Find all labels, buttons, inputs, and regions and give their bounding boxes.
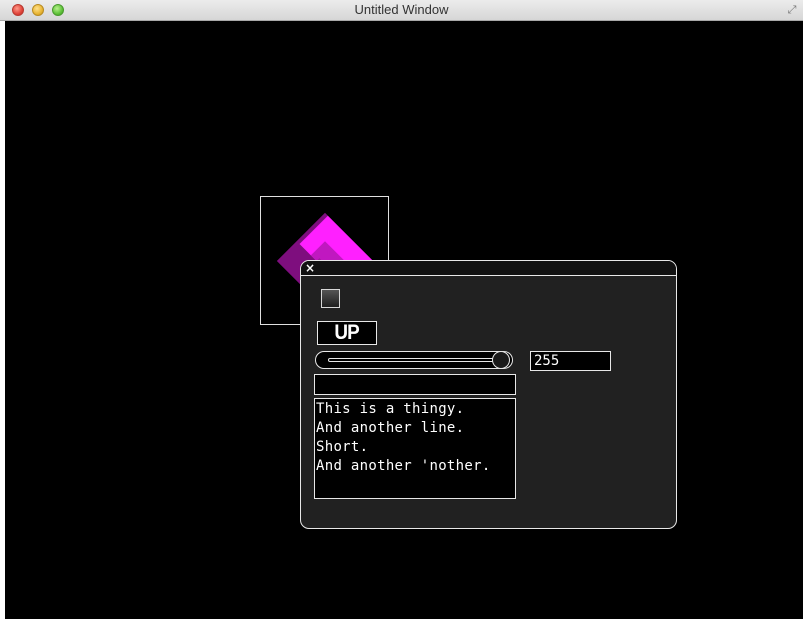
multiline-text-area[interactable]: This is a thingy. And another line. Short.… [314, 398, 516, 499]
slider-value-field[interactable]: 255 [530, 351, 611, 371]
app-window: Untitled Window ⤢ × UP 255 This is a thi… [0, 0, 803, 619]
slider-knob[interactable] [492, 351, 510, 369]
value-slider[interactable] [315, 351, 513, 369]
text-area-line: And another line. [316, 420, 465, 436]
text-input[interactable] [314, 374, 516, 395]
fullscreen-icon[interactable]: ⤢ [786, 4, 798, 16]
up-button[interactable]: UP [317, 321, 377, 345]
text-area-line: And another 'nother. [316, 458, 491, 474]
up-button-label: UP [334, 321, 360, 344]
toggle-checkbox[interactable] [321, 289, 340, 308]
title-bar[interactable]: Untitled Window ⤢ [0, 0, 803, 21]
panel-close-icon[interactable]: × [304, 261, 316, 275]
text-area-line: Short. [316, 439, 369, 455]
control-panel: × UP 255 This is a thingy. And another li… [300, 260, 677, 529]
text-area-line: This is a thingy. [316, 401, 465, 417]
slider-track [328, 358, 500, 362]
panel-header[interactable]: × [301, 261, 676, 276]
window-title: Untitled Window [354, 2, 449, 17]
